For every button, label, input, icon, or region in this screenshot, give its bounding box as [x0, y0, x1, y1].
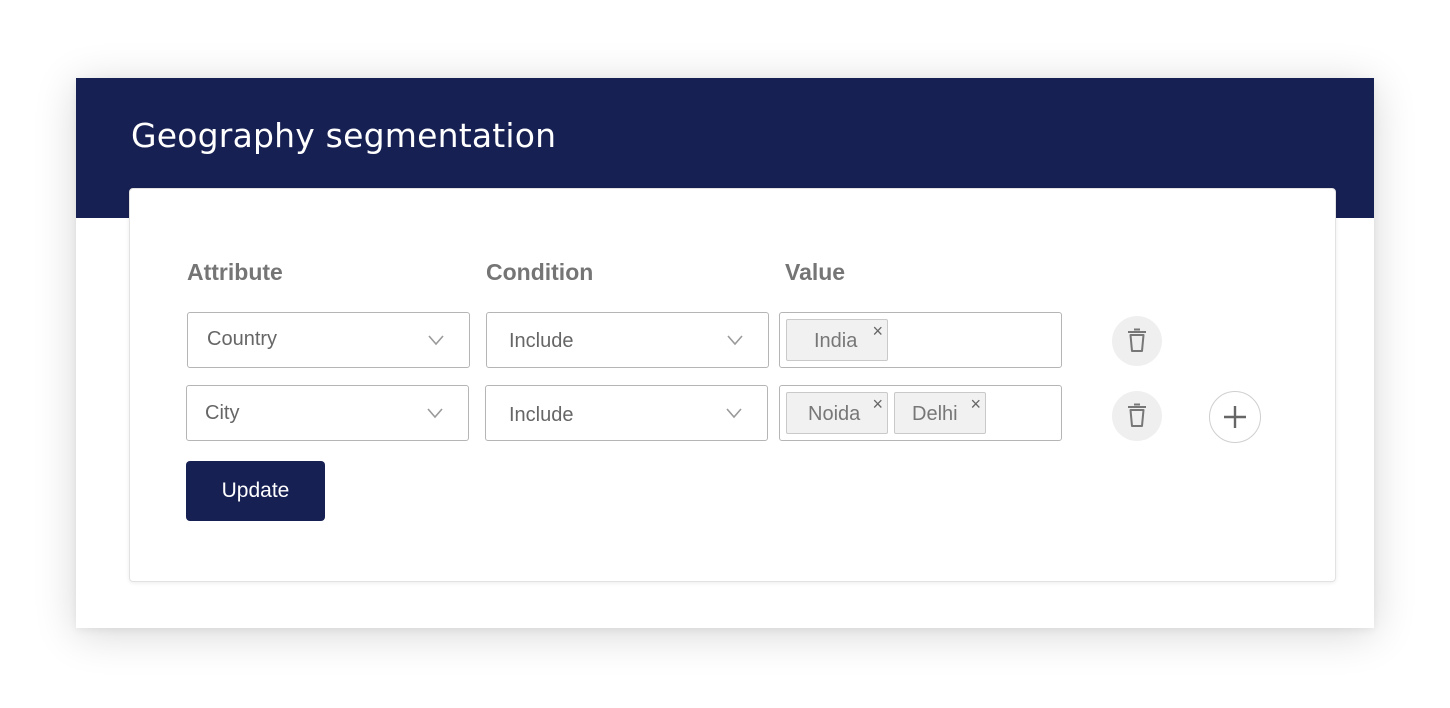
trash-icon — [1128, 328, 1146, 352]
remove-chip-icon[interactable]: × — [970, 394, 981, 414]
segmentation-panel: Geography segmentation Attribute Conditi… — [76, 78, 1374, 628]
attribute-select-city[interactable]: City — [186, 385, 469, 441]
chevron-down-icon — [427, 331, 445, 349]
attribute-column-header: Attribute — [187, 259, 283, 285]
delete-row-button[interactable] — [1112, 391, 1162, 441]
chevron-down-icon — [725, 404, 743, 422]
plus-icon — [1224, 406, 1246, 428]
condition-select-city[interactable]: Include — [485, 385, 768, 441]
delete-row-button[interactable] — [1112, 316, 1162, 366]
attribute-select-value: Country — [207, 328, 278, 350]
trash-icon — [1128, 403, 1146, 427]
value-multiselect-country[interactable]: India × — [779, 312, 1062, 368]
chip-label: Delhi — [912, 403, 958, 425]
chip-label: India — [814, 330, 858, 352]
attribute-select-country[interactable]: Country — [187, 312, 470, 368]
remove-chip-icon[interactable]: × — [872, 321, 883, 341]
condition-select-value: Include — [509, 404, 574, 426]
rules-card: Attribute Condition Value Country Includ… — [129, 188, 1336, 582]
add-row-button[interactable] — [1209, 391, 1261, 443]
value-chip-india: India × — [786, 319, 888, 361]
condition-select-country[interactable]: Include — [486, 312, 769, 368]
value-column-header: Value — [785, 259, 846, 285]
value-multiselect-city[interactable]: Noida × Delhi × — [779, 385, 1062, 441]
chip-label: Noida — [808, 403, 861, 425]
page-title: Geography segmentation — [131, 116, 557, 155]
chevron-down-icon — [426, 404, 444, 422]
value-chip-noida: Noida × — [786, 392, 888, 434]
chevron-down-icon — [726, 331, 744, 349]
condition-column-header: Condition — [486, 259, 594, 285]
attribute-select-value: City — [205, 402, 240, 424]
remove-chip-icon[interactable]: × — [872, 394, 883, 414]
update-button[interactable]: Update — [186, 461, 325, 521]
condition-select-value: Include — [509, 330, 574, 352]
value-chip-delhi: Delhi × — [894, 392, 986, 434]
